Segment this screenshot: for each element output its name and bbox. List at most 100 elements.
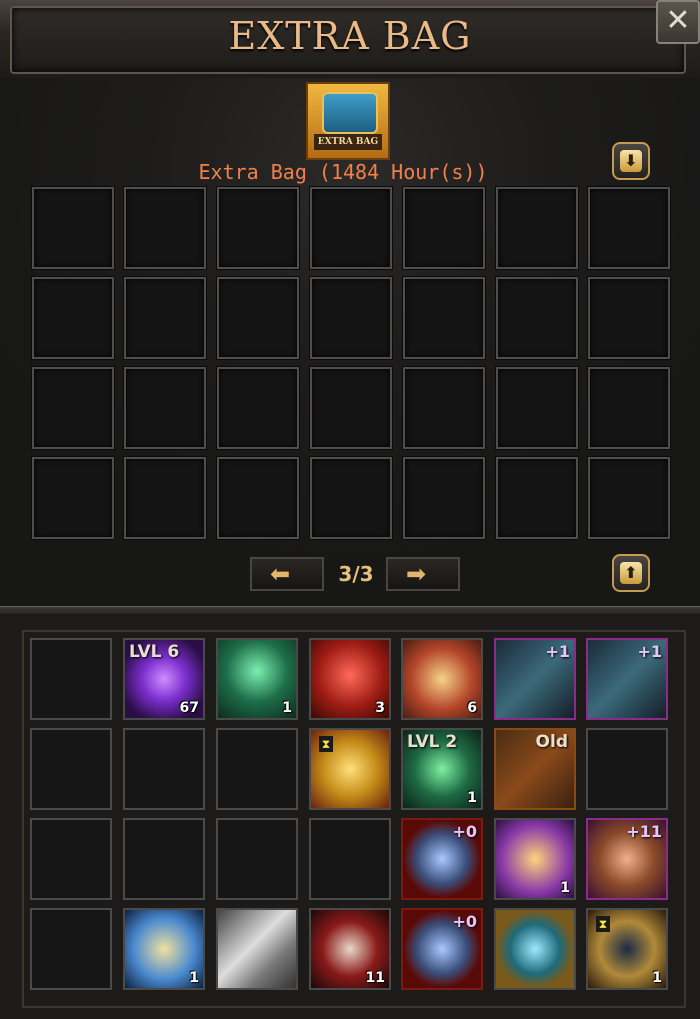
empty-slot — [311, 820, 389, 898]
inventory-slot[interactable] — [586, 728, 668, 810]
sort-down-button[interactable]: ⬇ — [612, 142, 650, 180]
bag-slot[interactable] — [403, 367, 485, 449]
bag-slot[interactable] — [32, 277, 114, 359]
inventory-slot[interactable] — [30, 818, 112, 900]
header-bar: EXTRA BAG — [0, 0, 700, 78]
empty-slot — [588, 730, 666, 808]
bag-slot[interactable] — [310, 187, 392, 269]
inventory-item[interactable]: 1 — [123, 908, 205, 990]
inventory-item[interactable]: ⧗ 1 — [586, 908, 668, 990]
inventory-slot[interactable] — [123, 818, 205, 900]
inventory-slot[interactable] — [30, 908, 112, 990]
item-tag: LVL 2 — [407, 732, 458, 752]
item-upgrade-level: +1 — [545, 642, 570, 661]
item-upgrade-level: +1 — [637, 642, 662, 661]
chest-icon-label: EXTRA BAG — [314, 134, 382, 150]
bag-slot[interactable] — [217, 457, 299, 539]
bag-slot[interactable] — [124, 367, 206, 449]
sort-up-button[interactable]: ⬆ — [612, 554, 650, 592]
hourglass-icon: ⧗ — [319, 736, 333, 752]
empty-slot — [32, 640, 110, 718]
inventory-item[interactable]: LVL 2 1 — [401, 728, 483, 810]
bag-slot[interactable] — [124, 187, 206, 269]
bag-slot[interactable] — [496, 187, 578, 269]
blue-medallion-icon — [496, 910, 574, 988]
empty-slot — [125, 820, 203, 898]
bag-slot[interactable] — [588, 277, 670, 359]
item-quantity: 11 — [365, 970, 385, 986]
bag-slot[interactable] — [310, 457, 392, 539]
item-quantity: 1 — [189, 970, 199, 986]
inventory-item[interactable]: 6 — [401, 638, 483, 720]
hourglass-icon: ⧗ — [596, 916, 610, 932]
arrow-right-icon: ➡ — [406, 560, 427, 588]
chest-box-icon — [322, 92, 378, 134]
item-tag: Old — [535, 732, 568, 752]
next-page-button[interactable]: ➡ — [386, 557, 460, 591]
bag-slot[interactable] — [217, 277, 299, 359]
empty-slot — [218, 730, 296, 808]
bag-slot[interactable] — [496, 367, 578, 449]
item-quantity: 3 — [375, 700, 385, 716]
inventory-item[interactable]: +1 — [586, 638, 668, 720]
inventory-slot[interactable] — [309, 818, 391, 900]
bag-slot[interactable] — [310, 367, 392, 449]
inventory-slot[interactable] — [30, 638, 112, 720]
bag-slot[interactable] — [217, 187, 299, 269]
inventory-slot[interactable] — [30, 728, 112, 810]
inventory-item[interactable]: +0 — [401, 818, 483, 900]
extra-bag-chest-icon: EXTRA BAG — [306, 82, 390, 160]
empty-slot — [125, 730, 203, 808]
inventory-item[interactable]: +0 — [401, 908, 483, 990]
item-upgrade-level: +11 — [626, 822, 662, 841]
item-upgrade-level: +0 — [452, 912, 477, 931]
empty-slot — [218, 820, 296, 898]
inventory-item[interactable]: 1 — [216, 638, 298, 720]
close-button[interactable]: ✕ — [656, 0, 700, 44]
item-quantity: 1 — [652, 970, 662, 986]
inventory-item[interactable] — [216, 908, 298, 990]
bag-slot[interactable] — [217, 367, 299, 449]
bag-slot[interactable] — [403, 187, 485, 269]
inventory-slot[interactable] — [216, 728, 298, 810]
inventory-slot[interactable] — [123, 728, 205, 810]
inventory-item[interactable]: ⧗ — [309, 728, 391, 810]
item-quantity: 6 — [467, 700, 477, 716]
bag-slot[interactable] — [588, 457, 670, 539]
empty-slot — [32, 820, 110, 898]
bag-slot[interactable] — [403, 277, 485, 359]
bag-slot[interactable] — [588, 187, 670, 269]
item-quantity: 1 — [282, 700, 292, 716]
silver-bar-icon — [218, 910, 296, 988]
item-upgrade-level: +0 — [452, 822, 477, 841]
inventory-item[interactable]: 11 — [309, 908, 391, 990]
prev-page-button[interactable]: ⬅ — [250, 557, 324, 591]
bag-slot[interactable] — [496, 277, 578, 359]
bag-slot[interactable] — [32, 187, 114, 269]
inventory-item[interactable]: +1 — [494, 638, 576, 720]
bag-slot[interactable] — [588, 367, 670, 449]
inventory-item[interactable]: Old — [494, 728, 576, 810]
page-indicator: 3/3 — [338, 562, 374, 586]
item-tag: LVL 6 — [129, 642, 180, 662]
arrow-up-icon: ⬆ — [620, 562, 642, 584]
bag-slot[interactable] — [403, 457, 485, 539]
inventory-item[interactable]: LVL 6 67 — [123, 638, 205, 720]
empty-slot — [32, 730, 110, 808]
bag-slot[interactable] — [32, 457, 114, 539]
inventory-item[interactable]: 1 — [494, 818, 576, 900]
bag-slot[interactable] — [32, 367, 114, 449]
bag-slot[interactable] — [124, 277, 206, 359]
inventory-slot[interactable] — [216, 818, 298, 900]
empty-slot — [32, 910, 110, 988]
bag-duration-label: Extra Bag (1484 Hour(s)) — [198, 160, 488, 184]
inventory-item[interactable]: +11 — [586, 818, 668, 900]
bag-slot[interactable] — [124, 457, 206, 539]
bag-slot[interactable] — [310, 277, 392, 359]
item-quantity: 1 — [467, 790, 477, 806]
item-quantity: 1 — [560, 880, 570, 896]
arrow-down-icon: ⬇ — [620, 150, 642, 172]
inventory-item[interactable]: 3 — [309, 638, 391, 720]
bag-slot[interactable] — [496, 457, 578, 539]
inventory-item[interactable] — [494, 908, 576, 990]
